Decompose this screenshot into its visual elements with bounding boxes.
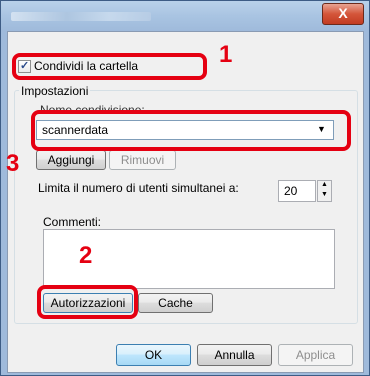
- user-limit-input[interactable]: 20: [278, 180, 316, 202]
- spin-down-icon[interactable]: ▼: [321, 191, 328, 198]
- remove-button[interactable]: Rimuovi: [109, 150, 176, 170]
- cache-button[interactable]: Cache: [138, 293, 213, 313]
- spin-up-icon[interactable]: ▲: [321, 181, 328, 188]
- callout-box-share-checkbox: [12, 53, 207, 80]
- comments-label: Commenti:: [43, 215, 102, 229]
- callout-box-permissions: [37, 285, 138, 319]
- callout-number-2: 2: [79, 242, 93, 269]
- close-button[interactable]: X: [322, 3, 364, 25]
- cancel-button[interactable]: Annulla: [197, 344, 272, 366]
- title-text-blurred: [11, 12, 151, 21]
- user-limit-label: Limita il numero di utenti simultanei a:: [38, 181, 239, 195]
- apply-button[interactable]: Applica: [278, 344, 353, 366]
- close-icon: X: [338, 5, 348, 21]
- callout-number-1: 1: [219, 41, 233, 68]
- callout-box-share-name: [31, 110, 351, 151]
- dialog-content: ✓ Condividi la cartella Impostazioni Nom…: [7, 31, 364, 373]
- title-bar: X: [1, 1, 369, 31]
- callout-number-3: 3: [6, 150, 20, 177]
- add-button[interactable]: Aggiungi: [36, 150, 106, 170]
- settings-group-label: Impostazioni: [19, 84, 91, 98]
- user-limit-value: 20: [284, 184, 298, 198]
- user-limit-spinner[interactable]: ▲ ▼: [317, 180, 332, 202]
- ok-button[interactable]: OK: [116, 344, 191, 366]
